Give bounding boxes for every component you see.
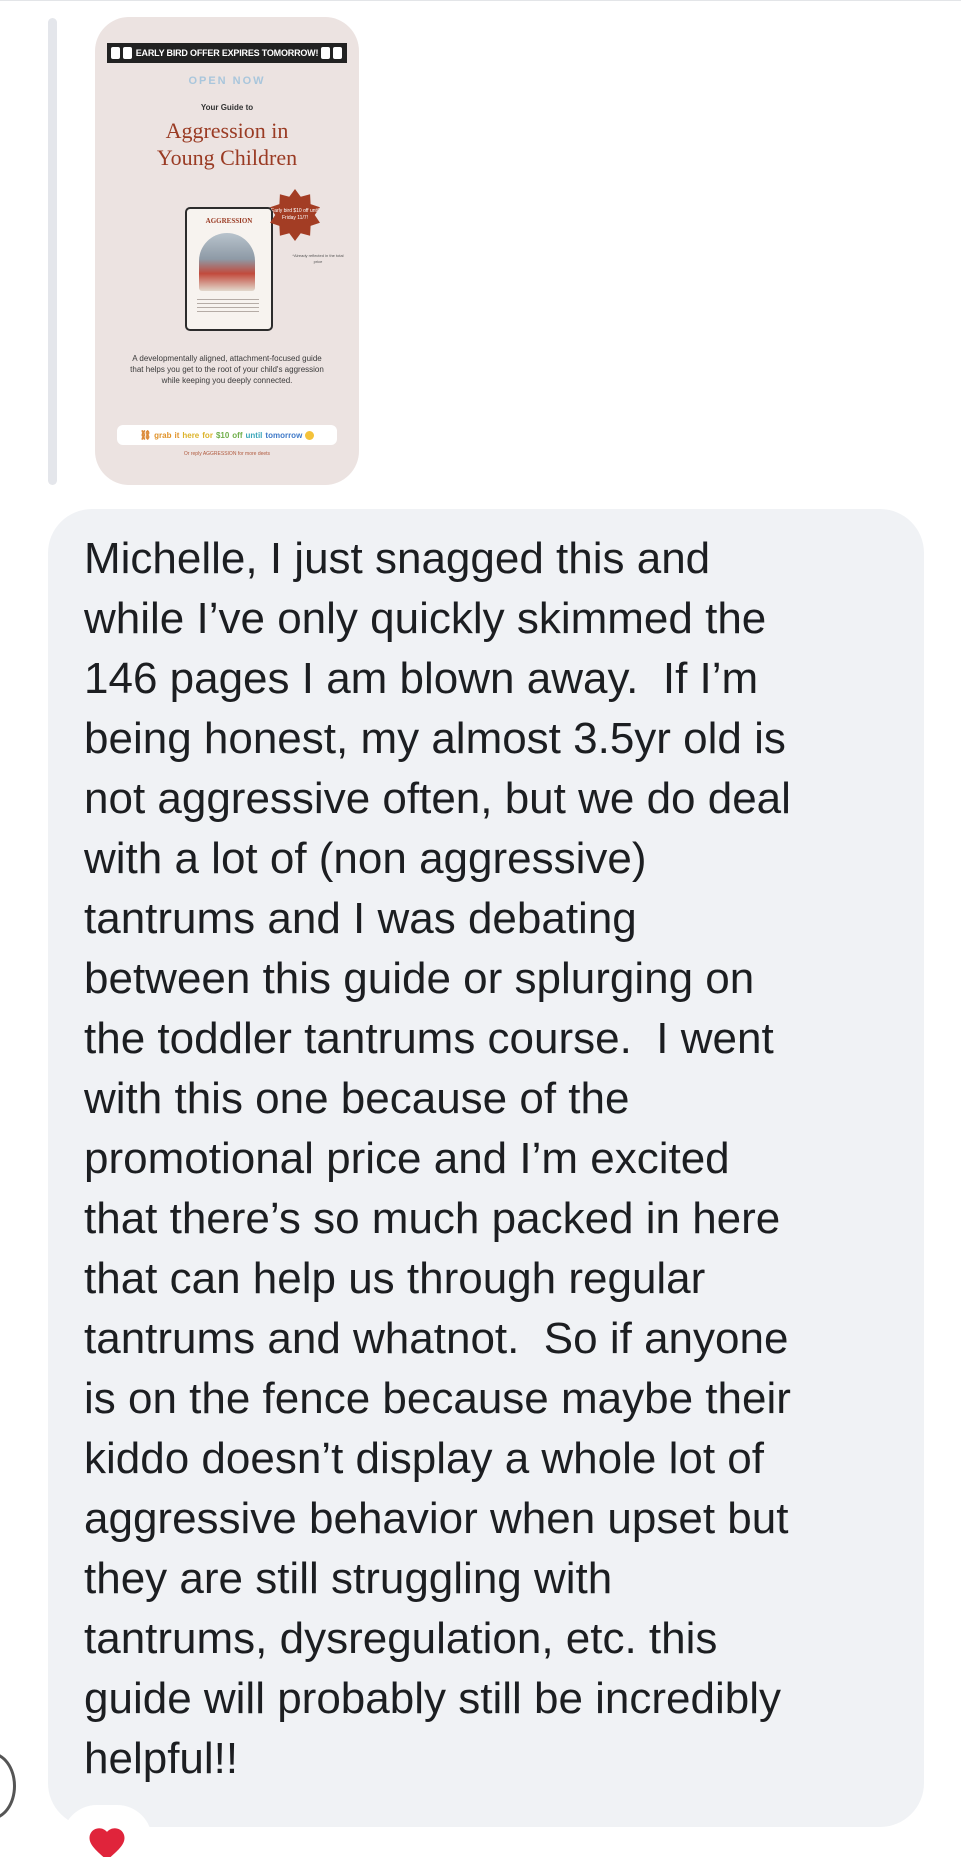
cta-word: grab	[154, 430, 172, 440]
banner-lights-right	[321, 47, 343, 59]
cta-word: until	[245, 430, 263, 440]
offer-banner-text: EARLY BIRD OFFER EXPIRES TOMORROW!	[135, 48, 319, 58]
guide-title-line1: Aggression in	[165, 118, 289, 143]
reply-keyword-note: Or reply AGGRESSION for more deets	[183, 451, 271, 457]
guide-description: A developmentally aligned, attachment-fo…	[130, 354, 324, 385]
guide-title-line2: Young Children	[156, 145, 298, 170]
early-bird-badge: Early bird $10 off until Friday 11/7!	[270, 189, 320, 241]
cover-text-lines	[197, 299, 259, 315]
guide-title: Aggression in Young Children	[95, 117, 359, 171]
cover-title: AGGRESSION	[205, 217, 253, 225]
smiley-emoji-icon	[305, 430, 315, 440]
message-bubble[interactable]: Michelle, I just snagged this and while …	[48, 509, 924, 1827]
shared-story-image[interactable]: EARLY BIRD OFFER EXPIRES TOMORROW! OPEN …	[95, 17, 359, 485]
cta-link-pill[interactable]: ⛓ grab it here for $10 off until tomorro…	[117, 425, 337, 445]
heart-icon	[89, 1828, 125, 1857]
cta-word: $10	[215, 430, 230, 440]
chat-thread: EARLY BIRD OFFER EXPIRES TOMORROW! OPEN …	[0, 0, 961, 1857]
cta-word: off	[232, 430, 243, 440]
open-now-label: OPEN NOW	[188, 75, 266, 87]
price-footnote: *Already reflected in the total price	[292, 253, 344, 264]
cta-word: it	[174, 430, 180, 440]
cta-word: here	[182, 430, 200, 440]
cta-word: tomorrow	[265, 430, 303, 440]
link-icon: ⛓	[139, 429, 152, 440]
message-text: Michelle, I just snagged this and while …	[84, 534, 791, 1783]
top-divider	[0, 0, 961, 1]
reaction-badge[interactable]	[62, 1805, 152, 1857]
banner-lights-left	[111, 47, 133, 59]
reply-quote-bar	[48, 18, 57, 485]
offer-banner: EARLY BIRD OFFER EXPIRES TOMORROW!	[107, 43, 347, 63]
cover-photo	[199, 233, 255, 291]
cta-word: for	[202, 430, 213, 440]
guide-subtitle: Your Guide to	[200, 103, 254, 112]
guide-cover-thumbnail: AGGRESSION	[185, 207, 273, 331]
avatar[interactable]	[0, 1752, 16, 1820]
